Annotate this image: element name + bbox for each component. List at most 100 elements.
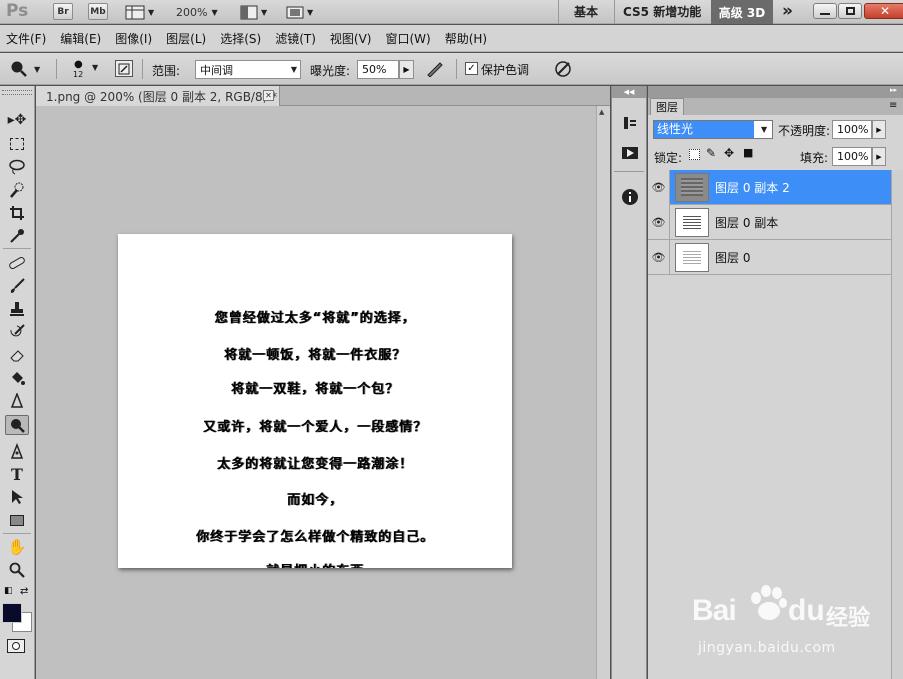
arrange-documents-dropdown[interactable]: ▼ bbox=[240, 4, 274, 20]
visibility-eye-icon[interactable]: 👁 bbox=[648, 204, 670, 240]
chevron-down-icon: ▼ bbox=[211, 7, 218, 17]
pen-icon bbox=[10, 443, 24, 459]
lock-transparent-icon[interactable] bbox=[689, 149, 700, 160]
vertical-scrollbar[interactable]: ▲ bbox=[596, 106, 610, 679]
close-icon: ✕ bbox=[879, 4, 891, 18]
history-brush-tool[interactable] bbox=[5, 322, 29, 342]
quick-mask-button[interactable] bbox=[7, 639, 25, 653]
maximize-button[interactable] bbox=[838, 3, 862, 19]
mini-bridge-button[interactable]: Mb bbox=[88, 3, 108, 20]
photoshop-logo: Ps bbox=[6, 1, 29, 21]
lasso-tool[interactable] bbox=[5, 157, 29, 177]
airbrush-toggle[interactable] bbox=[424, 60, 446, 78]
document-canvas[interactable]: 您曾经做过太多“将就”的选择， 将就一顿饭，将就一件衣服？ 将就一双鞋，将就一个… bbox=[118, 234, 512, 568]
clone-stamp-tool[interactable] bbox=[5, 299, 29, 319]
opacity-input[interactable]: 100% bbox=[832, 120, 872, 139]
hand-tool[interactable]: ✋ bbox=[5, 537, 29, 557]
minimize-button[interactable] bbox=[813, 3, 837, 19]
foreground-color-swatch[interactable] bbox=[2, 603, 22, 623]
zoom-level-dropdown[interactable]: 200% ▼ bbox=[176, 4, 226, 20]
brush-preset-picker[interactable]: ● 12 ▼ bbox=[66, 57, 100, 81]
protect-tones-checkbox[interactable]: ✓ bbox=[465, 62, 478, 75]
menu-help[interactable]: 帮助(H) bbox=[445, 30, 487, 47]
actions-panel-button[interactable] bbox=[618, 142, 642, 164]
menu-window[interactable]: 窗口(W) bbox=[385, 30, 430, 47]
opacity-slider-button[interactable]: ▶ bbox=[872, 120, 886, 139]
layer-name: 图层 0 副本 bbox=[715, 215, 779, 230]
move-tool[interactable]: ▸✥ bbox=[5, 110, 29, 130]
divider bbox=[456, 59, 457, 79]
type-tool[interactable]: T bbox=[5, 464, 29, 484]
path-selection-tool[interactable] bbox=[5, 487, 29, 507]
blend-mode-select[interactable]: 线性光 ▼ bbox=[653, 120, 773, 139]
lock-image-icon[interactable]: ✎ bbox=[706, 146, 716, 160]
lock-position-icon[interactable]: ✥ bbox=[724, 146, 734, 160]
info-panel-button[interactable] bbox=[618, 186, 642, 208]
fill-input[interactable]: 100% bbox=[832, 147, 872, 166]
bridge-button[interactable]: Br bbox=[53, 3, 73, 20]
paint-bucket-tool[interactable] bbox=[5, 368, 29, 388]
marquee-tool[interactable] bbox=[5, 134, 29, 154]
more-workspaces-button[interactable]: » bbox=[782, 1, 793, 21]
exposure-slider-button[interactable]: ▶ bbox=[399, 60, 414, 79]
brush-tool[interactable] bbox=[5, 276, 29, 296]
close-document-icon[interactable]: ✕ bbox=[263, 90, 274, 101]
dodge-tool[interactable] bbox=[5, 415, 29, 435]
menu-select[interactable]: 选择(S) bbox=[220, 30, 261, 47]
document-tab[interactable]: 1.png @ 200% (图层 0 副本 2, RGB/8) * ✕ bbox=[36, 86, 280, 106]
exposure-input[interactable]: 50% bbox=[357, 60, 399, 79]
fill-slider-button[interactable]: ▶ bbox=[872, 147, 886, 166]
layer-row[interactable]: 👁 图层 0 副本 2 bbox=[648, 169, 891, 205]
chevron-down-icon: ▼ bbox=[92, 63, 99, 72]
pen-tool[interactable] bbox=[5, 441, 29, 461]
menu-view[interactable]: 视图(V) bbox=[330, 30, 372, 47]
layers-tab[interactable]: 图层 bbox=[650, 98, 684, 115]
brush-panel-toggle[interactable] bbox=[115, 60, 133, 77]
range-select[interactable]: 中间调 ▼ bbox=[195, 60, 301, 79]
close-button[interactable]: ✕ bbox=[864, 3, 903, 19]
tool-preset-picker[interactable]: ▼ bbox=[10, 59, 50, 79]
default-colors-icon[interactable]: ◧ bbox=[4, 586, 13, 596]
menu-filter[interactable]: 滤镜(T) bbox=[275, 30, 316, 47]
canvas-text-line: 你终于学会了怎么样做个精致的自己。 bbox=[195, 530, 434, 545]
scroll-up-icon[interactable]: ▲ bbox=[599, 108, 604, 116]
lock-all-icon[interactable]: ■ bbox=[743, 146, 753, 159]
workspace-advanced-3d[interactable]: 高级 3D bbox=[711, 0, 773, 24]
application-bar: Ps Br Mb ▼ 200% ▼ ▼ ▼ 基本 CS5 新增功能 高级 3D … bbox=[0, 0, 903, 24]
blur-icon bbox=[10, 393, 24, 408]
menu-edit[interactable]: 编辑(E) bbox=[60, 30, 101, 47]
lasso-icon bbox=[9, 159, 25, 175]
quick-selection-tool[interactable] bbox=[5, 180, 29, 200]
visibility-eye-icon[interactable]: 👁 bbox=[648, 239, 670, 275]
quick-selection-icon bbox=[10, 182, 24, 198]
screen-mode-dropdown[interactable]: ▼ bbox=[286, 4, 320, 20]
menu-file[interactable]: 文件(F) bbox=[6, 30, 46, 47]
toolbox-grip[interactable] bbox=[2, 90, 32, 95]
pressure-icon bbox=[555, 61, 571, 77]
eraser-icon bbox=[10, 350, 24, 362]
menu-image[interactable]: 图像(I) bbox=[115, 30, 152, 47]
eraser-tool[interactable] bbox=[5, 345, 29, 365]
blur-tool[interactable] bbox=[5, 391, 29, 411]
magnifier-icon bbox=[9, 562, 25, 578]
panel-menu-icon[interactable]: ≡ bbox=[889, 100, 897, 111]
view-extras-dropdown[interactable]: ▼ bbox=[125, 4, 159, 20]
spot-healing-tool[interactable] bbox=[5, 253, 29, 273]
collapse-panel-icon[interactable]: ▸▸ bbox=[890, 86, 897, 94]
airbrush-icon bbox=[427, 62, 443, 77]
workspace-cs5-new[interactable]: CS5 新增功能 bbox=[623, 3, 701, 20]
crop-tool[interactable] bbox=[5, 203, 29, 223]
workspace-essentials[interactable]: 基本 bbox=[574, 3, 598, 20]
layer-row[interactable]: 👁 图层 0 bbox=[648, 239, 891, 275]
history-panel-button[interactable] bbox=[618, 112, 642, 134]
zoom-tool[interactable] bbox=[5, 560, 29, 580]
tablet-pressure-toggle[interactable] bbox=[553, 60, 573, 78]
eyedropper-tool[interactable] bbox=[5, 226, 29, 246]
menu-layer[interactable]: 图层(L) bbox=[166, 30, 206, 47]
swap-colors-icon[interactable]: ⇄ bbox=[20, 586, 28, 597]
canvas-text-line: 太多的将就让您变得一路潮涂！ bbox=[216, 457, 413, 472]
layer-row[interactable]: 👁 图层 0 副本 bbox=[648, 204, 891, 240]
dock-collapse-icon[interactable]: ◀◀ bbox=[612, 86, 646, 98]
rectangle-tool[interactable] bbox=[5, 510, 29, 530]
visibility-eye-icon[interactable]: 👁 bbox=[648, 169, 670, 205]
